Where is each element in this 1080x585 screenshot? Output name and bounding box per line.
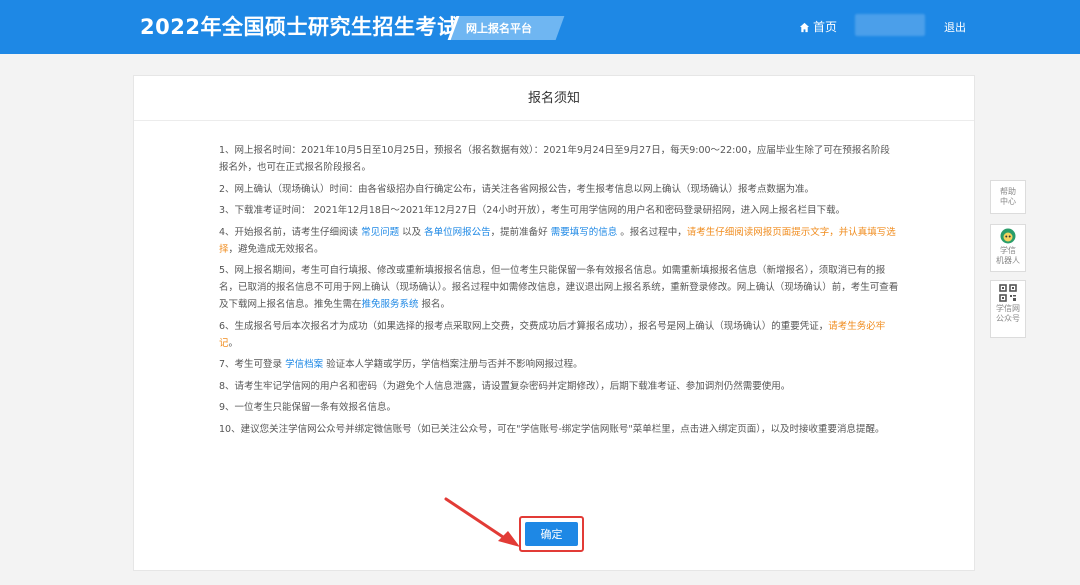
list-item: 8、请考生牢记学信网的用户名和密码（为避免个人信息泄露，请设置复杂密码并定期修改… xyxy=(219,378,899,395)
side-robot-label-1: 学信 xyxy=(1000,246,1016,255)
notice-item-5b: 报名。 xyxy=(418,299,451,310)
list-item: 6、生成报名号后本次报名才为成功（如果选择的报考点采取网上交费，交费成功后才算报… xyxy=(219,318,899,352)
notice-item-4a: 4、开始报名前，请考生仔细阅读 xyxy=(219,226,362,238)
notice-item-2: 2、网上确认（现场确认）时间：由各省级招办自行确定公布，请关注各省网报公告，考生… xyxy=(219,183,815,195)
confirm-button[interactable]: 确定 xyxy=(525,522,578,546)
side-robot-label-2: 机器人 xyxy=(996,256,1020,265)
notice-item-5a: 5、网上报名期间，考生可自行填报、修改或重新填报报名信息，但一位考生只能保留一条… xyxy=(219,265,899,310)
notice-item-1: 1、网上报名时间：2021年10月5日至10月25日，预报名（报名数据有效）：2… xyxy=(219,145,890,173)
home-label: 首页 xyxy=(813,20,838,34)
notice-item-4d: 。报名过程中， xyxy=(617,226,687,238)
home-link[interactable]: 首页 xyxy=(799,18,837,35)
notice-title: 报名须知 xyxy=(134,76,974,121)
side-wechat-label-1: 学信网 xyxy=(996,304,1020,313)
notice-item-7a: 7、考生可登录 xyxy=(219,359,286,370)
notice-list: 1、网上报名时间：2021年10月5日至10月25日，预报名（报名数据有效）：2… xyxy=(219,142,899,442)
faq-link[interactable]: 常见问题 xyxy=(361,227,399,238)
notice-item-4b: 以及 xyxy=(399,226,425,238)
side-wechat[interactable]: 学信网 公众号 xyxy=(990,280,1026,338)
platform-badge: 网上报名平台 xyxy=(447,16,565,40)
list-item: 10、建议您关注学信网公众号并绑定微信账号（如已关注公众号，可在"学信账号-绑定… xyxy=(219,421,899,438)
side-help-center[interactable]: 帮助 中心 xyxy=(990,180,1026,214)
recommend-system-link[interactable]: 推免服务系统 xyxy=(362,299,419,310)
side-wechat-label-2: 公众号 xyxy=(996,314,1020,323)
username-redacted xyxy=(855,14,925,36)
unit-notice-link[interactable]: 各单位网报公告 xyxy=(424,227,491,238)
notice-item-6a: 6、生成报名号后本次报名才为成功（如果选择的报考点采取网上交费，交费成功后才算报… xyxy=(219,320,829,332)
notice-item-10: 10、建议您关注学信网公众号并绑定微信账号（如已关注公众号，可在"学信账号-绑定… xyxy=(219,423,885,435)
annotation-arrow xyxy=(444,497,520,547)
confirm-highlight-frame: 确定 xyxy=(519,516,584,552)
robot-icon xyxy=(1000,228,1016,244)
list-item: 9、一位考生只能保留一条有效报名信息。 xyxy=(219,399,899,416)
xuexin-archive-link[interactable]: 学信档案 xyxy=(285,359,323,370)
list-item: 5、网上报名期间，考生可自行填报、修改或重新填报报名信息，但一位考生只能保留一条… xyxy=(219,262,899,313)
notice-item-7b: 验证本人学籍或学历，学信档案注册与否并不影响网报过程。 xyxy=(323,359,583,370)
list-item: 2、网上确认（现场确认）时间：由各省级招办自行确定公布，请关注各省网报公告，考生… xyxy=(219,181,899,198)
notice-item-3: 3、下载准考证时间： 2021年12月18日～2021年12月27日（24小时开… xyxy=(219,205,846,216)
notice-item-4e: ，避免造成无效报名。 xyxy=(228,243,324,255)
list-item: 3、下载准考证时间： 2021年12月18日～2021年12月27日（24小时开… xyxy=(219,202,899,219)
qrcode-icon xyxy=(999,284,1017,302)
list-item: 4、开始报名前，请考生仔细阅读 常见问题 以及 各单位网报公告，提前准备好 需要… xyxy=(219,224,899,258)
platform-badge-label: 网上报名平台 xyxy=(466,22,532,35)
site-title: 2022年全国硕士研究生招生考试 xyxy=(140,15,459,39)
logout-link[interactable]: 退出 xyxy=(944,19,966,35)
side-help-label-1: 帮助 xyxy=(1000,187,1016,196)
notice-item-6b: 。 xyxy=(228,337,239,349)
side-help-label-2: 中心 xyxy=(1000,197,1016,206)
notice-item-9: 9、一位考生只能保留一条有效报名信息。 xyxy=(219,402,397,413)
list-item: 7、考生可登录 学信档案 验证本人学籍或学历，学信档案注册与否并不影响网报过程。 xyxy=(219,356,899,373)
side-robot[interactable]: 学信 机器人 xyxy=(990,224,1026,272)
notice-item-4c: ，提前准备好 xyxy=(490,226,551,238)
notice-item-8: 8、请考生牢记学信网的用户名和密码（为避免个人信息泄露，请设置复杂密码并定期修改… xyxy=(219,380,791,392)
notice-card: 报名须知 1、网上报名时间：2021年10月5日至10月25日，预报名（报名数据… xyxy=(133,75,975,571)
home-icon xyxy=(799,22,810,33)
required-info-link[interactable]: 需要填写的信息 xyxy=(551,227,618,238)
list-item: 1、网上报名时间：2021年10月5日至10月25日，预报名（报名数据有效）：2… xyxy=(219,142,899,176)
top-bar: 2022年全国硕士研究生招生考试 网上报名平台 首页 退出 xyxy=(0,0,1080,54)
